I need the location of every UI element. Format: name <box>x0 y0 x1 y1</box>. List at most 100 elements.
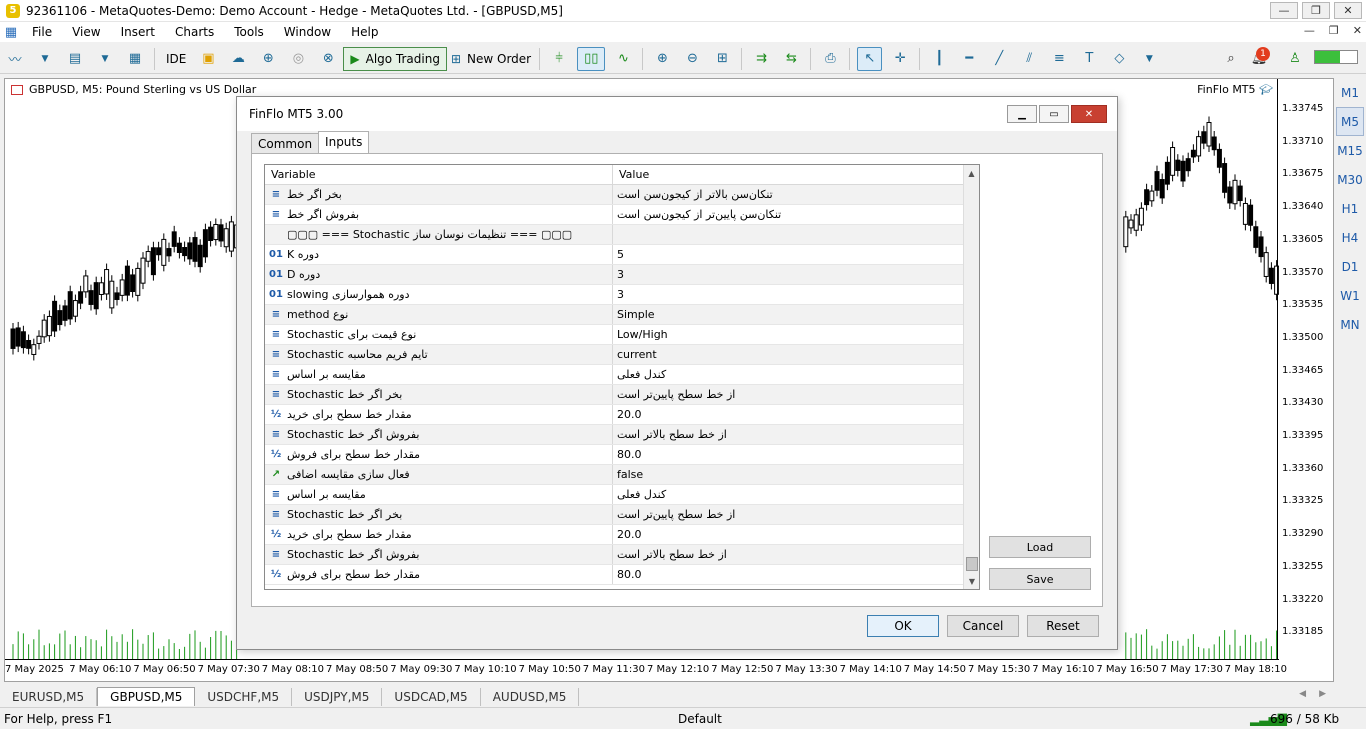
chart-type-icon[interactable]: ▤ <box>63 47 87 71</box>
timeframe-mn[interactable]: MN <box>1334 310 1366 339</box>
input-row[interactable]: ≡ Stochastic بخر اگر خط از خط سطح پایین‌تر… <box>265 505 979 525</box>
input-row[interactable]: ≡ مقایسه بر اساس کندل فعلی <box>265 365 979 385</box>
menu-view[interactable]: View <box>62 25 110 39</box>
input-value-cell[interactable]: Simple <box>613 305 963 324</box>
symbol-tab-usdjpy[interactable]: USDJPY,M5 <box>292 688 383 706</box>
scroll-left-icon[interactable]: ◀ <box>1299 689 1306 699</box>
input-row[interactable]: ≡ بخر اگر خط تنکان‌سن بالاتر از کیجون‌سن ا… <box>265 185 979 205</box>
mdi-restore-icon[interactable]: ❐ <box>1329 24 1339 37</box>
tile-windows-icon[interactable]: ⊞ <box>710 47 734 71</box>
input-value-cell[interactable]: 80.0 <box>613 565 963 584</box>
dialog-minimize-icon[interactable]: ▁ <box>1007 105 1037 123</box>
input-value-cell[interactable]: از خط سطح پایین‌تر است <box>613 505 963 524</box>
timeframe-m1[interactable]: M1 <box>1334 78 1366 107</box>
input-row[interactable]: ½ مقدار خط سطح برای خرید 20.0 <box>265 405 979 425</box>
signals-icon[interactable]: ◎ <box>286 47 310 71</box>
timeframe-m5[interactable]: M5 <box>1336 107 1364 136</box>
input-row[interactable]: ≡ مقایسه بر اساس کندل فعلی <box>265 485 979 505</box>
input-row[interactable]: ≡ Stochastic بفروش اگر خط از خط سطح بالاتر… <box>265 425 979 445</box>
search-icon[interactable]: ⌕ <box>1219 47 1243 71</box>
input-row[interactable]: 01 D دوره 3 <box>265 265 979 285</box>
profiles-icon[interactable]: ▦ <box>123 47 147 71</box>
input-value-cell[interactable]: current <box>613 345 963 364</box>
symbol-tab-gbpusd[interactable]: GBPUSD,M5 <box>97 687 196 706</box>
input-value-cell[interactable]: کندل فعلی <box>613 365 963 384</box>
zoom-in-icon[interactable]: ⊕ <box>650 47 674 71</box>
menu-window[interactable]: Window <box>274 25 341 39</box>
line-chart-green-icon[interactable]: ∿ <box>611 47 635 71</box>
close-button[interactable]: ✕ <box>1334 2 1362 19</box>
chart-shift-icon[interactable]: ⇆ <box>779 47 803 71</box>
cloud-icon[interactable]: ☁ <box>226 47 250 71</box>
menu-help[interactable]: Help <box>341 25 388 39</box>
scroll-thumb[interactable] <box>966 557 978 571</box>
input-row[interactable]: ↗ فعال سازی مقایسه اضافی false <box>265 465 979 485</box>
symbol-tab-eurusd[interactable]: EURUSD,M5 <box>0 688 98 706</box>
timeframe-d1[interactable]: D1 <box>1334 252 1366 281</box>
vertical-line-icon[interactable]: ┃ <box>927 47 951 71</box>
input-row[interactable]: ≡ method نوع Simple <box>265 305 979 325</box>
input-value-cell[interactable]: از خط سطح بالاتر است <box>613 425 963 444</box>
chart-menu-icon[interactable]: ▦ <box>0 25 22 40</box>
timeframe-m30[interactable]: M30 <box>1334 165 1366 194</box>
input-value-cell[interactable]: false <box>613 465 963 484</box>
input-row[interactable]: ½ مقدار خط سطح برای فروش 80.0 <box>265 445 979 465</box>
timeframe-m15[interactable]: M15 <box>1334 136 1366 165</box>
menu-insert[interactable]: Insert <box>111 25 165 39</box>
screenshot-icon[interactable]: ⎙ <box>818 47 842 71</box>
menu-charts[interactable]: Charts <box>165 25 224 39</box>
horizontal-line-icon[interactable]: ━ <box>957 47 981 71</box>
menu-tools[interactable]: Tools <box>224 25 274 39</box>
input-row[interactable]: ≡ Stochastic بخر اگر خط از خط سطح پایین‌تر… <box>265 385 979 405</box>
dropdown-arrow-icon[interactable]: ▼ <box>1137 47 1161 71</box>
line-chart-icon[interactable]: 〰 <box>3 47 27 71</box>
shapes-icon[interactable]: ◇ <box>1107 47 1131 71</box>
input-value-cell[interactable]: 3 <box>613 265 963 284</box>
tab-inputs[interactable]: Inputs <box>318 131 370 155</box>
scroll-right-icon[interactable]: ▶ <box>1319 689 1326 699</box>
input-row[interactable]: ▢▢▢ === Stochastic تنظیمات نوسان ساز ===… <box>265 225 979 245</box>
ok-button[interactable]: OK <box>867 615 939 637</box>
input-row[interactable]: ½ مقدار خط سطح برای خرید 20.0 <box>265 525 979 545</box>
input-row[interactable]: 01 K دوره 5 <box>265 245 979 265</box>
column-variable[interactable]: Variable <box>265 165 613 184</box>
grid-scrollbar[interactable]: ▲ ▼ <box>963 165 979 589</box>
cursor-icon[interactable]: ↖ <box>857 46 883 71</box>
input-value-cell[interactable]: 20.0 <box>613 525 963 544</box>
bar-chart-icon[interactable]: ⫩ <box>547 47 571 71</box>
fibonacci-icon[interactable]: ≡ <box>1047 47 1071 71</box>
input-row[interactable]: ≡ بفروش اگر خط تنکان‌سن پایین‌تر از کیجون‌… <box>265 205 979 225</box>
market-icon[interactable]: ▣ <box>196 47 220 71</box>
input-value-cell[interactable]: 20.0 <box>613 405 963 424</box>
timeframe-h4[interactable]: H4 <box>1334 223 1366 252</box>
input-value-cell[interactable]: 3 <box>613 285 963 304</box>
vps-icon[interactable]: ⊕ <box>256 47 280 71</box>
new-order-button[interactable]: ⊞ New Order <box>447 52 535 66</box>
input-value-cell[interactable] <box>613 225 963 244</box>
save-button[interactable]: Save <box>989 568 1091 590</box>
input-row[interactable]: 01 slowing دوره هموارسازی 3 <box>265 285 979 305</box>
input-value-cell[interactable]: از خط سطح پایین‌تر است <box>613 385 963 404</box>
scroll-up-icon[interactable]: ▲ <box>964 165 979 181</box>
input-value-cell[interactable]: تنکان‌سن بالاتر از کیجون‌سن است <box>613 185 963 204</box>
mdi-close-icon[interactable]: ✕ <box>1353 24 1362 37</box>
crosshair-icon[interactable]: ✛ <box>888 47 912 71</box>
account-icon[interactable]: ♙ <box>1283 47 1307 71</box>
algo-trading-button[interactable]: ▶ Algo Trading <box>343 46 447 71</box>
candlestick-icon[interactable]: ▯▯ <box>577 46 606 71</box>
input-value-cell[interactable]: از خط سطح بالاتر است <box>613 545 963 564</box>
column-value[interactable]: Value <box>613 165 963 184</box>
input-row[interactable]: ≡ Stochastic بفروش اگر خط از خط سطح بالاتر… <box>265 545 979 565</box>
autoscroll-icon[interactable]: ⇉ <box>749 47 773 71</box>
load-button[interactable]: Load <box>989 536 1091 558</box>
symbol-tab-usdcad[interactable]: USDCAD,M5 <box>382 688 481 706</box>
restore-button[interactable]: ❐ <box>1302 2 1330 19</box>
channel-icon[interactable]: ⫽ <box>1017 47 1041 71</box>
menu-file[interactable]: File <box>22 25 62 39</box>
symbol-tab-usdchf[interactable]: USDCHF,M5 <box>195 688 293 706</box>
timeframe-h1[interactable]: H1 <box>1334 194 1366 223</box>
trendline-icon[interactable]: ╱ <box>987 47 1011 71</box>
input-value-cell[interactable]: 5 <box>613 245 963 264</box>
mdi-minimize-icon[interactable]: — <box>1304 24 1315 37</box>
scroll-down-icon[interactable]: ▼ <box>964 573 979 589</box>
